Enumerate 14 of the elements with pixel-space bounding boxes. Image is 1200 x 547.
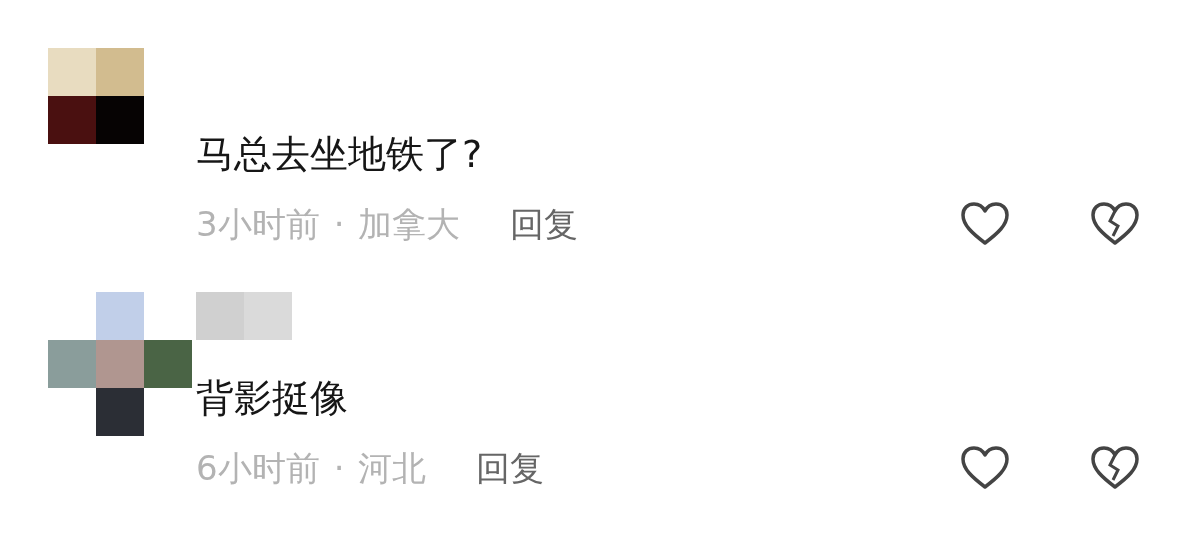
broken-heart-icon[interactable] <box>1090 201 1140 247</box>
comment-text: 背影挺像 <box>196 375 349 422</box>
broken-heart-icon[interactable] <box>1090 445 1140 491</box>
comment-location: 加拿大 <box>358 203 461 246</box>
comment-location: 河北 <box>358 447 427 490</box>
comment-time: 6小时前 <box>196 447 320 490</box>
comment-text: 马总去坐地铁了? <box>196 131 484 178</box>
heart-icon[interactable] <box>960 445 1010 491</box>
heart-icon[interactable] <box>960 201 1010 247</box>
separator-dot: · <box>333 203 345 246</box>
separator-dot: · <box>333 447 345 490</box>
reply-link[interactable]: 回复 <box>510 200 579 248</box>
comment-time: 3小时前 <box>196 203 320 246</box>
reply-link[interactable]: 回复 <box>476 444 545 492</box>
